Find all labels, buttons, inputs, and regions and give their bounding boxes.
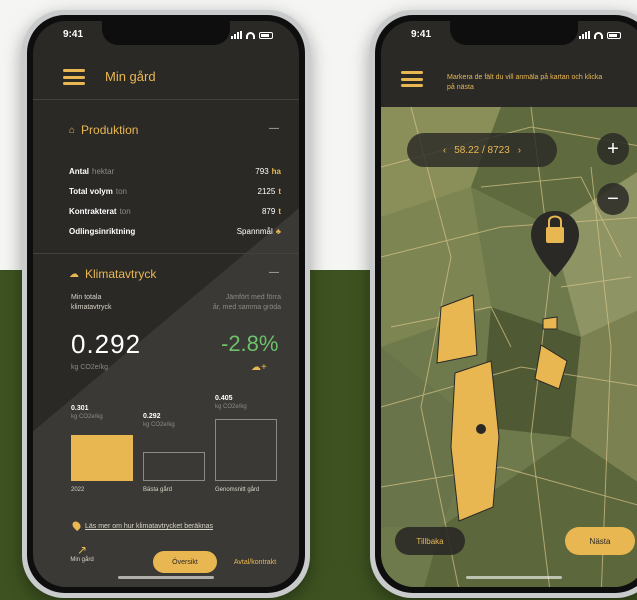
menu-icon[interactable] (63, 69, 85, 85)
row-label: Antal (69, 166, 89, 176)
status-bar: 9:41 (381, 29, 637, 43)
bar-value: 0.301 (71, 405, 89, 412)
overview-tab[interactable]: Översikt (153, 551, 217, 573)
row-unit: t (278, 206, 281, 216)
battery-icon (607, 31, 621, 39)
production-row: Antal hektar 793 ha (69, 161, 281, 181)
bar-caption: Bästa gård (143, 487, 173, 493)
section-divider (33, 253, 299, 254)
row-sublabel: ton (115, 186, 127, 196)
battery-icon (259, 31, 273, 39)
wifi-icon (246, 31, 255, 39)
climate-value: 0.292 (71, 329, 142, 359)
status-time: 9:41 (411, 29, 432, 40)
signal-icon (579, 31, 590, 39)
right-phone-frame: 9:41 Markera de fält du vill anmäla på k… (370, 10, 637, 598)
row-value: 879 (261, 206, 276, 216)
production-list: Antal hektar 793 ha Total volym ton 2125 t K… (69, 161, 281, 241)
climate-value-unit: kg CO2e/kg (71, 364, 108, 371)
chevron-right-icon[interactable]: › (518, 145, 521, 156)
bar-value: 0.292 (143, 413, 161, 420)
menu-icon[interactable] (401, 71, 423, 87)
production-row: Total volym ton 2125 t (69, 181, 281, 201)
coordinate-display[interactable]: ‹ 58.22 / 8723 › (407, 133, 557, 167)
row-label: Kontrakterat (69, 206, 117, 216)
status-bar: 9:41 (33, 29, 299, 43)
coordinate-value: 58.22 / 8723 (454, 144, 510, 156)
back-button[interactable]: Tillbaka (395, 527, 465, 555)
row-sublabel: ton (119, 206, 131, 216)
row-unit: t (278, 186, 281, 196)
info-icon[interactable]: ☁+ (251, 363, 267, 373)
bar-caption: Genomsnitt gård (215, 487, 260, 493)
signal-icon (231, 31, 242, 39)
header-divider (33, 99, 299, 100)
chevron-left-icon[interactable]: ‹ (443, 145, 446, 156)
bar-caption: 2022 (71, 487, 85, 493)
wifi-icon (594, 31, 603, 39)
row-sublabel: hektar (92, 166, 115, 176)
comparison-bar (215, 419, 277, 481)
row-value: Spannmål (236, 226, 273, 236)
nav-home-label: Min gård (70, 557, 94, 563)
climate-caption-right: Jämfört med förra år, med samma gröda (212, 294, 281, 311)
contracts-tab[interactable]: Avtal/kontrakt (225, 551, 285, 573)
collapse-icon[interactable]: — (269, 267, 279, 278)
home-indicator (466, 576, 562, 579)
nav-home[interactable]: ↗ Min gård (67, 543, 97, 563)
row-label: Odlingsinriktning (69, 226, 136, 236)
bar-sub: kg CO2e/kg (215, 404, 247, 410)
row-value: 793 (255, 166, 269, 176)
zoom-out-button[interactable]: − (597, 183, 629, 215)
map-instructions: Markera de fält du vill anmäla på kartan… (447, 74, 603, 91)
left-phone-screen: 9:41 Min gård ⌂ Produktion — Antal hektar (33, 21, 299, 587)
climate-change: -2.8% (221, 331, 279, 356)
satellite-map[interactable] (381, 107, 637, 587)
home-indicator (118, 576, 214, 579)
climate-title: Klimatavtryck (85, 267, 157, 281)
cloud-icon: ☁ (69, 268, 79, 280)
row-unit: ha (271, 166, 281, 176)
production-title: Produktion (81, 123, 139, 137)
production-row: Odlingsinriktning Spannmål ♣ (69, 221, 281, 241)
row-value: 2125 (257, 186, 276, 196)
page-title: Min gård (105, 69, 156, 84)
location-pin-icon (70, 519, 83, 532)
left-phone-frame: 9:41 Min gård ⌂ Produktion — Antal hektar (22, 10, 310, 598)
comparison-bar (71, 435, 133, 481)
collapse-icon[interactable]: — (269, 123, 279, 134)
right-phone-screen: 9:41 Markera de fält du vill anmäla på k… (381, 21, 637, 587)
row-label: Total volym (69, 186, 113, 196)
home-icon: ⌂ (69, 124, 76, 136)
bar-sub: kg CO2e/kg (143, 422, 175, 428)
leaf-icon: ♣ (275, 226, 281, 236)
chart-icon: ↗ (76, 543, 88, 557)
comparison-bar (143, 452, 205, 481)
zoom-in-button[interactable]: + (597, 133, 629, 165)
read-more-link[interactable]: Läs mer om hur klimatavtrycket beräknas (85, 523, 213, 530)
climate-caption-left: Min totala klimatavtryck (71, 294, 112, 311)
bar-sub: kg CO2e/kg (71, 414, 103, 420)
status-time: 9:41 (63, 29, 84, 40)
production-row: Kontrakterat ton 879 t (69, 201, 281, 221)
bar-value: 0.405 (215, 395, 233, 402)
climate-section-header[interactable]: ☁ Klimatavtryck — (69, 267, 279, 281)
next-button[interactable]: Nästa (565, 527, 635, 555)
production-section-header[interactable]: ⌂ Produktion — (69, 123, 279, 137)
